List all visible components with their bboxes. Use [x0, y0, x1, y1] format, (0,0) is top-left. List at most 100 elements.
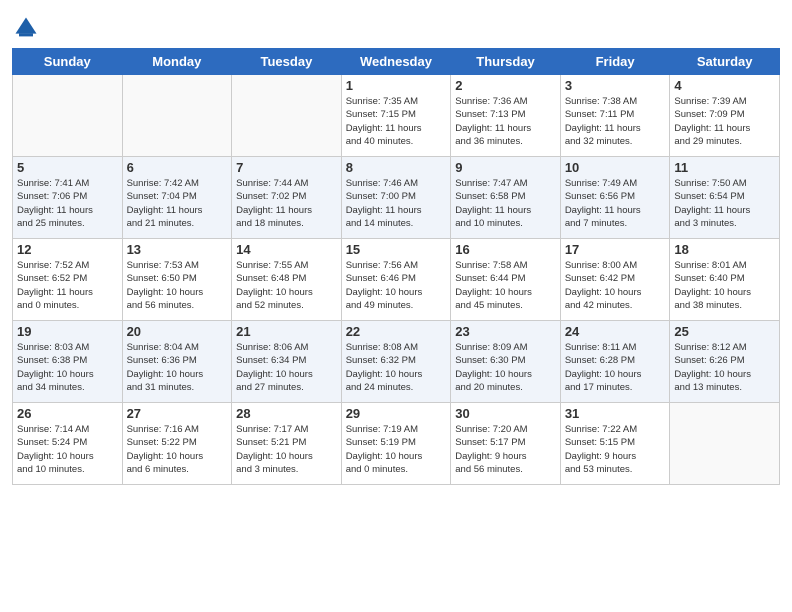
day-info: Sunrise: 7:52 AM Sunset: 6:52 PM Dayligh… — [17, 259, 118, 312]
day-info: Sunrise: 8:12 AM Sunset: 6:26 PM Dayligh… — [674, 341, 775, 394]
calendar-cell: 11 Sunrise: 7:50 AM Sunset: 6:54 PM Dayli… — [670, 157, 780, 239]
calendar-week-3: 12 Sunrise: 7:52 AM Sunset: 6:52 PM Dayli… — [13, 239, 780, 321]
calendar-table: SundayMondayTuesdayWednesdayThursdayFrid… — [12, 48, 780, 485]
calendar-cell: 28Sunrise: 7:17 AM Sunset: 5:21 PM Dayli… — [232, 403, 342, 485]
day-number: 8 — [346, 160, 447, 175]
calendar-cell: 29 Sunrise: 7:19 AM Sunset: 5:19 PM Dayli… — [341, 403, 451, 485]
calendar-cell: 26 Sunrise: 7:14 AM Sunset: 5:24 PM Dayli… — [13, 403, 123, 485]
day-info: Sunrise: 8:01 AM Sunset: 6:40 PM Dayligh… — [674, 259, 775, 312]
day-info: Sunrise: 7:46 AM Sunset: 7:00 PM Dayligh… — [346, 177, 447, 230]
weekday-header-friday: Friday — [560, 49, 670, 75]
day-info: Sunrise: 7:58 AM Sunset: 6:44 PM Dayligh… — [455, 259, 556, 312]
calendar-week-4: 19 Sunrise: 8:03 AM Sunset: 6:38 PM Dayli… — [13, 321, 780, 403]
day-info: Sunrise: 7:55 AM Sunset: 6:48 PM Dayligh… — [236, 259, 337, 312]
day-info: Sunrise: 7:22 AM Sunset: 5:15 PM Dayligh… — [565, 423, 666, 476]
day-number: 31 — [565, 406, 666, 421]
day-number: 5 — [17, 160, 118, 175]
day-info: Sunrise: 7:35 AM Sunset: 7:15 PM Dayligh… — [346, 95, 447, 148]
day-info: Sunrise: 7:44 AM Sunset: 7:02 PM Dayligh… — [236, 177, 337, 230]
calendar-cell: 9Sunrise: 7:47 AM Sunset: 6:58 PM Daylig… — [451, 157, 561, 239]
weekday-header-monday: Monday — [122, 49, 232, 75]
calendar-cell: 23Sunrise: 8:09 AM Sunset: 6:30 PM Dayli… — [451, 321, 561, 403]
day-info: Sunrise: 8:11 AM Sunset: 6:28 PM Dayligh… — [565, 341, 666, 394]
header — [12, 10, 780, 42]
day-info: Sunrise: 7:16 AM Sunset: 5:22 PM Dayligh… — [127, 423, 228, 476]
weekday-header-thursday: Thursday — [451, 49, 561, 75]
logo — [12, 14, 44, 42]
day-number: 22 — [346, 324, 447, 339]
day-info: Sunrise: 7:42 AM Sunset: 7:04 PM Dayligh… — [127, 177, 228, 230]
day-info: Sunrise: 7:41 AM Sunset: 7:06 PM Dayligh… — [17, 177, 118, 230]
calendar-cell: 12 Sunrise: 7:52 AM Sunset: 6:52 PM Dayli… — [13, 239, 123, 321]
calendar-cell: 5 Sunrise: 7:41 AM Sunset: 7:06 PM Daylig… — [13, 157, 123, 239]
calendar-cell: 3 Sunrise: 7:38 AM Sunset: 7:11 PM Daylig… — [560, 75, 670, 157]
calendar-cell: 27 Sunrise: 7:16 AM Sunset: 5:22 PM Dayli… — [122, 403, 232, 485]
day-info: Sunrise: 8:08 AM Sunset: 6:32 PM Dayligh… — [346, 341, 447, 394]
calendar-cell: 15 Sunrise: 7:56 AM Sunset: 6:46 PM Dayli… — [341, 239, 451, 321]
calendar-cell: 2 Sunrise: 7:36 AM Sunset: 7:13 PM Daylig… — [451, 75, 561, 157]
day-info: Sunrise: 7:17 AM Sunset: 5:21 PM Dayligh… — [236, 423, 337, 476]
calendar-week-5: 26 Sunrise: 7:14 AM Sunset: 5:24 PM Dayli… — [13, 403, 780, 485]
calendar-cell: 16 Sunrise: 7:58 AM Sunset: 6:44 PM Dayli… — [451, 239, 561, 321]
day-number: 21 — [236, 324, 337, 339]
day-number: 17 — [565, 242, 666, 257]
calendar-cell: 19 Sunrise: 8:03 AM Sunset: 6:38 PM Dayli… — [13, 321, 123, 403]
calendar-cell: 13 Sunrise: 7:53 AM Sunset: 6:50 PM Dayli… — [122, 239, 232, 321]
calendar-cell: 22 Sunrise: 8:08 AM Sunset: 6:32 PM Dayli… — [341, 321, 451, 403]
weekday-header-sunday: Sunday — [13, 49, 123, 75]
page-container: SundayMondayTuesdayWednesdayThursdayFrid… — [0, 0, 792, 493]
calendar-cell — [232, 75, 342, 157]
calendar-cell: 1 Sunrise: 7:35 AM Sunset: 7:15 PM Daylig… — [341, 75, 451, 157]
calendar-cell: 31 Sunrise: 7:22 AM Sunset: 5:15 PM Dayli… — [560, 403, 670, 485]
day-info: Sunrise: 7:19 AM Sunset: 5:19 PM Dayligh… — [346, 423, 447, 476]
day-number: 15 — [346, 242, 447, 257]
calendar-cell: 4Sunrise: 7:39 AM Sunset: 7:09 PM Daylig… — [670, 75, 780, 157]
calendar-cell — [122, 75, 232, 157]
day-number: 1 — [346, 78, 447, 93]
weekday-header-tuesday: Tuesday — [232, 49, 342, 75]
calendar-cell: 21 Sunrise: 8:06 AM Sunset: 6:34 PM Dayli… — [232, 321, 342, 403]
calendar-cell — [13, 75, 123, 157]
calendar-cell: 14Sunrise: 7:55 AM Sunset: 6:48 PM Dayli… — [232, 239, 342, 321]
calendar-week-1: 1 Sunrise: 7:35 AM Sunset: 7:15 PM Daylig… — [13, 75, 780, 157]
day-info: Sunrise: 8:04 AM Sunset: 6:36 PM Dayligh… — [127, 341, 228, 394]
day-number: 16 — [455, 242, 556, 257]
day-info: Sunrise: 7:56 AM Sunset: 6:46 PM Dayligh… — [346, 259, 447, 312]
day-info: Sunrise: 7:36 AM Sunset: 7:13 PM Dayligh… — [455, 95, 556, 148]
calendar-cell: 25Sunrise: 8:12 AM Sunset: 6:26 PM Dayli… — [670, 321, 780, 403]
day-info: Sunrise: 7:20 AM Sunset: 5:17 PM Dayligh… — [455, 423, 556, 476]
weekday-header-wednesday: Wednesday — [341, 49, 451, 75]
day-number: 13 — [127, 242, 228, 257]
day-number: 29 — [346, 406, 447, 421]
day-info: Sunrise: 7:14 AM Sunset: 5:24 PM Dayligh… — [17, 423, 118, 476]
day-number: 12 — [17, 242, 118, 257]
calendar-cell: 10 Sunrise: 7:49 AM Sunset: 6:56 PM Dayli… — [560, 157, 670, 239]
day-number: 23 — [455, 324, 556, 339]
day-number: 10 — [565, 160, 666, 175]
day-number: 27 — [127, 406, 228, 421]
day-info: Sunrise: 8:03 AM Sunset: 6:38 PM Dayligh… — [17, 341, 118, 394]
calendar-cell: 24 Sunrise: 8:11 AM Sunset: 6:28 PM Dayli… — [560, 321, 670, 403]
day-info: Sunrise: 8:00 AM Sunset: 6:42 PM Dayligh… — [565, 259, 666, 312]
day-info: Sunrise: 7:49 AM Sunset: 6:56 PM Dayligh… — [565, 177, 666, 230]
calendar-cell: 18Sunrise: 8:01 AM Sunset: 6:40 PM Dayli… — [670, 239, 780, 321]
day-info: Sunrise: 7:53 AM Sunset: 6:50 PM Dayligh… — [127, 259, 228, 312]
day-info: Sunrise: 7:38 AM Sunset: 7:11 PM Dayligh… — [565, 95, 666, 148]
day-info: Sunrise: 7:50 AM Sunset: 6:54 PM Dayligh… — [674, 177, 775, 230]
day-number: 11 — [674, 160, 775, 175]
day-number: 6 — [127, 160, 228, 175]
day-number: 2 — [455, 78, 556, 93]
day-number: 24 — [565, 324, 666, 339]
calendar-cell: 20Sunrise: 8:04 AM Sunset: 6:36 PM Dayli… — [122, 321, 232, 403]
day-number: 30 — [455, 406, 556, 421]
calendar-cell — [670, 403, 780, 485]
day-number: 26 — [17, 406, 118, 421]
logo-icon — [12, 14, 40, 42]
calendar-cell: 17 Sunrise: 8:00 AM Sunset: 6:42 PM Dayli… — [560, 239, 670, 321]
day-info: Sunrise: 8:06 AM Sunset: 6:34 PM Dayligh… — [236, 341, 337, 394]
day-number: 19 — [17, 324, 118, 339]
day-info: Sunrise: 7:47 AM Sunset: 6:58 PM Dayligh… — [455, 177, 556, 230]
calendar-week-2: 5 Sunrise: 7:41 AM Sunset: 7:06 PM Daylig… — [13, 157, 780, 239]
day-number: 3 — [565, 78, 666, 93]
calendar-cell: 7Sunrise: 7:44 AM Sunset: 7:02 PM Daylig… — [232, 157, 342, 239]
